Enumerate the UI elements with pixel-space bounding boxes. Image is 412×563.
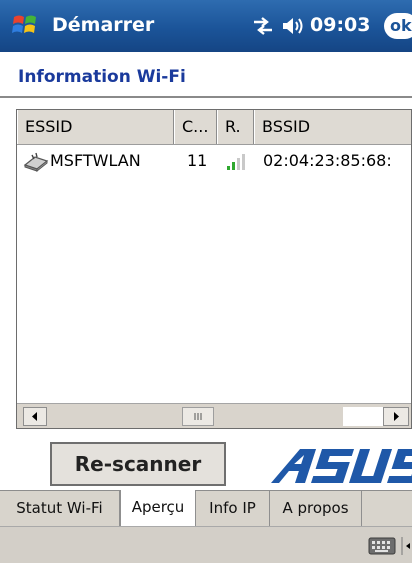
clock[interactable]: 09:03 <box>310 14 370 36</box>
tab-a-propos[interactable]: A propos <box>270 491 362 526</box>
horizontal-scrollbar[interactable] <box>17 403 411 428</box>
connectivity-icon[interactable] <box>252 16 274 36</box>
list-header: ESSID C... R. BSSID <box>17 110 411 145</box>
tab-apercu[interactable]: Aperçu <box>120 490 196 527</box>
tab-statut-wifi[interactable]: Statut Wi-Fi <box>0 491 120 526</box>
table-row[interactable]: MSFTWLAN 11 02:04:23:85:68: <box>17 145 411 179</box>
menu-bar <box>0 526 412 563</box>
column-header-bssid[interactable]: BSSID <box>254 110 411 144</box>
scroll-trough[interactable] <box>343 407 383 426</box>
scroll-right-button[interactable] <box>383 407 409 426</box>
title-divider <box>0 96 412 98</box>
column-header-signal[interactable]: R. <box>217 110 254 144</box>
page-title: Information Wi-Fi <box>18 67 186 87</box>
arrow-right-icon <box>394 412 399 421</box>
cell-bssid: 02:04:23:85:68: <box>263 151 392 170</box>
sip-arrow-icon[interactable] <box>401 535 412 557</box>
cell-essid: MSFTWLAN <box>50 151 141 170</box>
column-header-channel[interactable]: C... <box>174 110 217 144</box>
column-header-essid[interactable]: ESSID <box>17 110 174 144</box>
windows-flag-icon[interactable] <box>12 12 38 38</box>
scroll-thumb[interactable] <box>182 407 214 426</box>
access-point-icon <box>23 152 49 173</box>
network-list[interactable]: ESSID C... R. BSSID MSFTWLAN 11 02:04:23… <box>16 109 412 429</box>
keyboard-icon[interactable] <box>368 537 396 555</box>
cell-channel: 11 <box>187 151 208 170</box>
rescan-button[interactable]: Re-scanner <box>50 442 226 486</box>
tab-info-ip[interactable]: Info IP <box>196 491 270 526</box>
arrow-left-icon <box>32 412 37 421</box>
start-label[interactable]: Démarrer <box>52 14 154 36</box>
scroll-left-button[interactable] <box>23 407 47 426</box>
ok-button[interactable]: ok <box>384 13 412 39</box>
grip-icon <box>194 413 202 420</box>
speaker-icon[interactable] <box>280 14 304 38</box>
asus-logo <box>271 449 412 483</box>
signal-bars-icon <box>227 154 245 170</box>
taskbar: Démarrer 09:03 ok <box>0 0 412 52</box>
tab-bar: Statut Wi-Fi Aperçu Info IP A propos <box>0 490 412 527</box>
